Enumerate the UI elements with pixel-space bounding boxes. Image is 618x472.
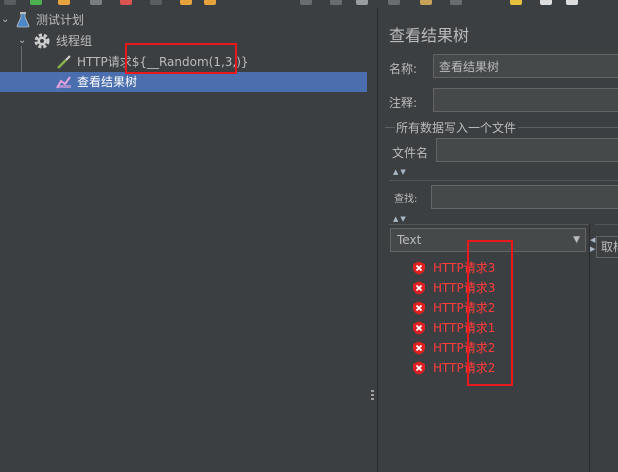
toolbar-icon[interactable] <box>58 0 70 5</box>
shield-error-icon <box>412 301 426 315</box>
tab-sampler-result[interactable]: 取样 <box>596 236 618 258</box>
renderer-selected-value: Text <box>397 233 422 247</box>
toolbar-icon[interactable] <box>180 0 192 5</box>
test-plan-label: 测试计划 <box>36 13 85 27</box>
shield-error-icon <box>412 281 426 295</box>
highlight-box-random-function <box>125 43 237 74</box>
collapse-arrows-icon[interactable]: ▲▼ <box>393 168 408 176</box>
toolbar-icon[interactable] <box>566 0 578 5</box>
test-plan-tree: ⌄ 测试计划 ⌄ 线程组 HTTP请求${__Random(1,3,)} 查看结… <box>0 8 367 472</box>
result-tree-label: 查看结果树 <box>77 75 138 89</box>
pane-splitter[interactable] <box>367 8 378 472</box>
name-field[interactable] <box>433 54 618 78</box>
file-group-border <box>385 127 395 128</box>
shield-error-icon <box>412 341 426 355</box>
collapse-arrows-icon[interactable]: ▲▼ <box>393 215 408 223</box>
file-group-border <box>518 127 618 128</box>
results-splitter[interactable]: ◀ ▶ <box>589 224 595 472</box>
toolbar-icon[interactable] <box>330 0 342 5</box>
toolbar-icon[interactable] <box>204 0 216 5</box>
toolbar-icon[interactable] <box>30 0 42 5</box>
tree-node-test-plan[interactable]: ⌄ 测试计划 <box>0 10 200 30</box>
detail-tabs: 取样 <box>596 228 618 472</box>
shield-error-icon <box>412 361 426 375</box>
toolbar-icon[interactable] <box>450 0 462 5</box>
chevron-down-icon[interactable]: ⌄ <box>18 31 26 51</box>
highlight-box-result-numbers <box>467 240 513 386</box>
main-toolbar <box>0 0 618 8</box>
chart-icon <box>56 75 72 95</box>
toolbar-icon[interactable] <box>90 0 102 5</box>
shield-error-icon <box>412 321 426 335</box>
filename-label: 文件名 <box>392 146 429 160</box>
toolbar-icon[interactable] <box>388 0 400 5</box>
chevron-down-icon[interactable]: ⌄ <box>1 10 9 30</box>
toolbar-icon[interactable] <box>510 0 522 5</box>
panel-title: 查看结果树 <box>389 26 470 45</box>
comment-field[interactable] <box>433 88 618 112</box>
toolbar-icon[interactable] <box>4 0 16 5</box>
expand-arrows-icon[interactable]: ◀ ▶ <box>590 236 595 254</box>
toolbar-icon[interactable] <box>150 0 162 5</box>
search-field[interactable] <box>431 185 618 209</box>
search-label: 查找: <box>394 194 418 205</box>
filename-field[interactable] <box>436 138 618 162</box>
shield-error-icon <box>412 261 426 275</box>
name-label: 名称: <box>389 62 418 76</box>
comment-label: 注释: <box>389 96 418 110</box>
toolbar-icon[interactable] <box>540 0 552 5</box>
splitter-grip-icon[interactable] <box>371 390 374 404</box>
tree-node-result-tree[interactable]: 查看结果树 <box>0 72 367 92</box>
toolbar-icon[interactable] <box>356 0 368 5</box>
file-group-label: 所有数据写入一个文件 <box>396 121 517 135</box>
section-separator <box>389 224 618 225</box>
chevron-down-icon[interactable]: ▼ <box>573 229 580 251</box>
thread-group-label: 线程组 <box>56 34 93 48</box>
section-separator <box>389 180 618 181</box>
toolbar-icon[interactable] <box>420 0 432 5</box>
toolbar-icon[interactable] <box>300 0 312 5</box>
toolbar-icon[interactable] <box>120 0 132 5</box>
